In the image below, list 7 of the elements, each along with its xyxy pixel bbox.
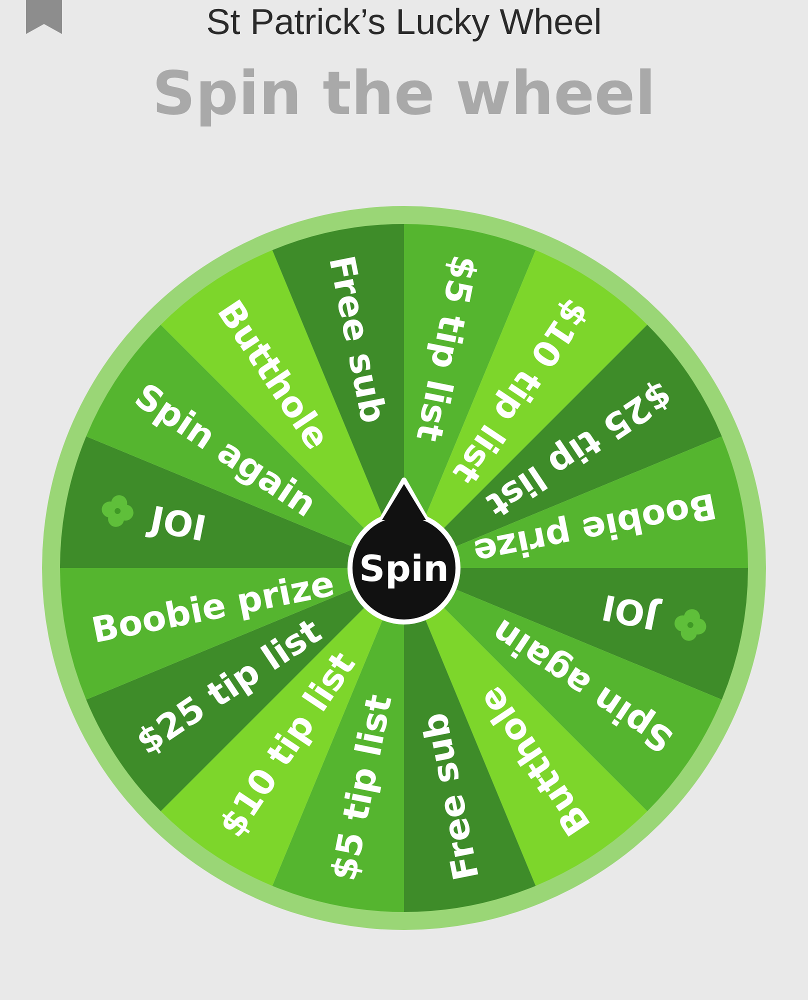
app-title: St Patrick’s Lucky Wheel: [206, 0, 602, 44]
bookmark-icon[interactable]: [26, 0, 62, 34]
heading: Spin the wheel: [152, 64, 656, 124]
segment-label: JOI: [146, 500, 210, 550]
segment-label: JOI: [598, 586, 662, 636]
segment-label: Free sub: [415, 709, 488, 884]
segment-label: Free sub: [320, 252, 393, 427]
